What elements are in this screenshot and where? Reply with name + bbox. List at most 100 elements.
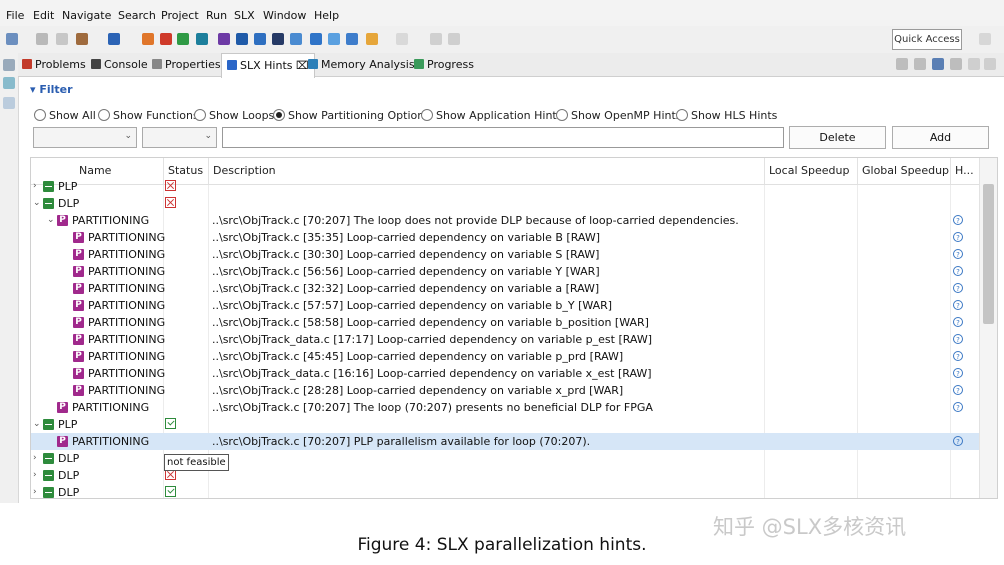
radio-show-hls-hints[interactable]: Show HLS Hints — [676, 109, 777, 122]
help-icon[interactable]: ? — [953, 436, 963, 446]
filter-combo-1[interactable]: ⌄ — [33, 127, 137, 148]
table-row[interactable]: › DLP — [31, 484, 979, 498]
scrollbar-thumb[interactable] — [983, 184, 994, 324]
table-row[interactable]: P PARTITIONING ..\src\ObjTrack.c [30:30] L… — [31, 246, 979, 263]
menu-window[interactable]: Window — [263, 9, 306, 22]
table-row[interactable]: P PARTITIONING ..\src\ObjTrack_data.c [16:… — [31, 365, 979, 382]
doc-icon[interactable] — [290, 33, 302, 45]
table-row[interactable]: P PARTITIONING ..\src\ObjTrack.c [45:45] L… — [31, 348, 979, 365]
hierarchy-icon[interactable] — [3, 77, 15, 89]
table-row[interactable]: P PARTITIONING ..\src\ObjTrack.c [57:57] L… — [31, 297, 979, 314]
table-row[interactable]: P PARTITIONING ..\src\ObjTrack.c [70:207] … — [31, 399, 979, 416]
help-icon[interactable]: ? — [953, 351, 963, 361]
tab-slx-hints[interactable]: SLX Hints ⌧ — [221, 53, 315, 78]
delete-button[interactable]: Delete — [789, 126, 886, 149]
clip-icon[interactable] — [448, 33, 460, 45]
expand-all-icon[interactable] — [896, 58, 908, 70]
radio-show-application-hints[interactable]: Show Application Hints — [421, 109, 562, 122]
perspective-icon[interactable] — [979, 33, 991, 45]
tree-icon[interactable] — [254, 33, 266, 45]
radio-show-loops[interactable]: Show Loops — [194, 109, 274, 122]
radio-show-partitioning-options[interactable]: Show Partitioning Options — [273, 109, 430, 122]
tab-properties[interactable]: Properties — [152, 53, 221, 76]
run-icon[interactable] — [177, 33, 189, 45]
help-icon[interactable]: ? — [953, 300, 963, 310]
download-icon[interactable] — [108, 33, 120, 45]
help-icon[interactable] — [950, 58, 962, 70]
menu-slx[interactable]: SLX — [234, 9, 255, 22]
tab-memory-analysis[interactable]: Memory Analysis — [308, 53, 415, 76]
table-row[interactable]: P PARTITIONING ..\src\ObjTrack.c [32:32] L… — [31, 280, 979, 297]
chevron-right-icon[interactable]: › — [33, 484, 37, 498]
quick-access-field[interactable]: Quick Access — [892, 29, 962, 50]
back-icon[interactable] — [366, 33, 378, 45]
menu-navigate[interactable]: Navigate — [62, 9, 111, 22]
filter-text-input[interactable] — [222, 127, 784, 148]
table-row[interactable]: ⌄ PLP — [31, 416, 979, 433]
share-icon[interactable] — [218, 33, 230, 45]
table-row[interactable]: › PLP — [31, 178, 979, 195]
radio-show-functions[interactable]: Show Functions — [98, 109, 199, 122]
minimized-view-icon[interactable] — [3, 97, 15, 109]
grid-icon[interactable] — [310, 33, 322, 45]
palette-icon[interactable] — [346, 33, 358, 45]
tab-problems[interactable]: Problems — [22, 53, 86, 76]
table-row[interactable]: P PARTITIONING ..\src\ObjTrack.c [58:58] L… — [31, 314, 979, 331]
table-row[interactable]: P PARTITIONING ..\src\ObjTrack.c [35:35] L… — [31, 229, 979, 246]
menu-project[interactable]: Project — [161, 9, 199, 22]
radio-show-openmp-hints[interactable]: Show OpenMP Hints — [556, 109, 682, 122]
tab-progress[interactable]: Progress — [414, 53, 474, 76]
outline-icon[interactable] — [3, 59, 15, 71]
help-icon[interactable]: ? — [953, 266, 963, 276]
new-icon[interactable] — [6, 33, 18, 45]
table-row[interactable]: P PARTITIONING ..\src\ObjTrack.c [28:28] L… — [31, 382, 979, 399]
maximize-icon[interactable] — [984, 58, 996, 70]
chart-icon[interactable] — [328, 33, 340, 45]
help-icon[interactable]: ? — [953, 249, 963, 259]
table-row[interactable]: P PARTITIONING ..\src\ObjTrack_data.c [17:… — [31, 331, 979, 348]
help-icon[interactable]: ? — [953, 334, 963, 344]
filter-combo-2[interactable]: ⌄ — [142, 127, 217, 148]
table-row[interactable]: ⌄ P PARTITIONING ..\src\ObjTrack.c [70:207]… — [31, 212, 979, 229]
save-all-icon[interactable] — [56, 33, 68, 45]
help-icon[interactable]: ? — [953, 402, 963, 412]
help-icon[interactable]: ? — [953, 368, 963, 378]
chevron-right-icon[interactable]: › — [33, 450, 37, 467]
debug-icon[interactable] — [196, 33, 208, 45]
save-icon[interactable] — [36, 33, 48, 45]
table-row[interactable]: ⌄ DLP — [31, 195, 979, 212]
menu-file[interactable]: File — [6, 9, 24, 22]
radio-show-all[interactable]: Show All — [34, 109, 96, 122]
help-icon[interactable]: ? — [953, 317, 963, 327]
export-icon[interactable] — [932, 58, 944, 70]
minimize-icon[interactable] — [968, 58, 980, 70]
chevron-right-icon[interactable]: › — [33, 467, 37, 484]
collapse-all-icon[interactable] — [914, 58, 926, 70]
menu-run[interactable]: Run — [206, 9, 227, 22]
chevron-down-icon[interactable]: ⌄ — [47, 212, 55, 229]
chevron-right-icon[interactable]: › — [33, 178, 37, 195]
chevron-down-icon[interactable]: ⌄ — [33, 416, 41, 433]
build-icon[interactable] — [76, 33, 88, 45]
settings-icon[interactable] — [142, 33, 154, 45]
vertical-scrollbar[interactable] — [979, 158, 997, 498]
menu-help[interactable]: Help — [314, 9, 339, 22]
brush-icon[interactable] — [160, 33, 172, 45]
menu-edit[interactable]: Edit — [33, 9, 54, 22]
chevron-down-icon[interactable]: ⌄ — [33, 195, 41, 212]
table-row[interactable]: P PARTITIONING ..\src\ObjTrack.c [56:56] L… — [31, 263, 979, 280]
pin-icon[interactable] — [430, 33, 442, 45]
shield-icon[interactable] — [236, 33, 248, 45]
forward-icon[interactable] — [396, 33, 408, 45]
filter-header[interactable]: ▾ Filter — [30, 83, 73, 96]
help-icon[interactable]: ? — [953, 283, 963, 293]
star-icon[interactable] — [272, 33, 284, 45]
add-button[interactable]: Add — [892, 126, 989, 149]
help-icon[interactable]: ? — [953, 215, 963, 225]
menu-search[interactable]: Search — [118, 9, 156, 22]
help-icon[interactable]: ? — [953, 232, 963, 242]
help-icon[interactable]: ? — [953, 385, 963, 395]
properties-icon — [152, 59, 162, 69]
table-row[interactable]: P PARTITIONING ..\src\ObjTrack.c [70:207] … — [31, 433, 979, 450]
tab-console[interactable]: Console — [91, 53, 148, 76]
